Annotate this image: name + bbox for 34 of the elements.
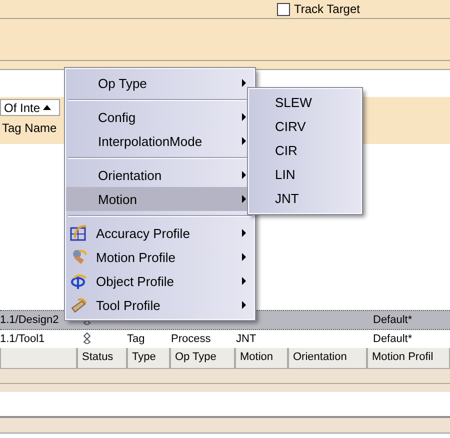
- node-icon: [83, 332, 91, 344]
- menu-item[interactable]: Tool Profile: [66, 293, 254, 317]
- table-cell-text: 1.1/Tool1: [0, 333, 46, 345]
- table-cell-text: Process: [171, 333, 212, 345]
- column-header[interactable]: Motion Profil: [367, 348, 450, 369]
- filter-field[interactable]: Of Inte: [0, 99, 60, 116]
- table-cell-text: 1.1/Design2: [0, 314, 60, 326]
- submenu-arrow-icon: [242, 301, 246, 309]
- menu-item[interactable]: LIN: [249, 163, 361, 187]
- menu-item[interactable]: CIR: [249, 139, 361, 163]
- checkbox[interactable]: [276, 2, 290, 16]
- column-header[interactable]: Tag Name: [0, 116, 64, 135]
- column-header[interactable]: Orientation: [288, 348, 367, 369]
- submenu-arrow-icon: [242, 229, 246, 237]
- tool-icon: [70, 296, 88, 314]
- menu-item[interactable]: CIRV: [249, 115, 361, 139]
- figure-icon: [70, 248, 88, 266]
- grid-icon: [70, 224, 88, 242]
- menu-item[interactable]: SLEW: [249, 91, 361, 115]
- column-header[interactable]: Motion: [235, 348, 288, 369]
- submenu-arrow-icon: [242, 253, 246, 261]
- column-header[interactable]: Op Type: [170, 348, 235, 369]
- menu-item[interactable]: Motion Profile: [66, 245, 254, 269]
- submenu-arrow-icon: [242, 277, 246, 285]
- table-cell-text: JNT: [236, 333, 258, 345]
- checkbox-label: Track Target: [294, 2, 360, 16]
- table-cell-text: Default*: [373, 333, 414, 345]
- table-cell-text: Tag: [127, 333, 146, 345]
- column-header[interactable]: Type: [127, 348, 170, 369]
- menu-item[interactable]: Object Profile: [66, 269, 254, 293]
- column-header[interactable]: Status: [77, 348, 127, 369]
- menu-item[interactable]: Accuracy Profile: [66, 221, 254, 245]
- table-cell-text: Default*: [373, 314, 414, 326]
- table-row[interactable]: 1.1/Tool1 Tag Process JNT Default*: [0, 330, 450, 348]
